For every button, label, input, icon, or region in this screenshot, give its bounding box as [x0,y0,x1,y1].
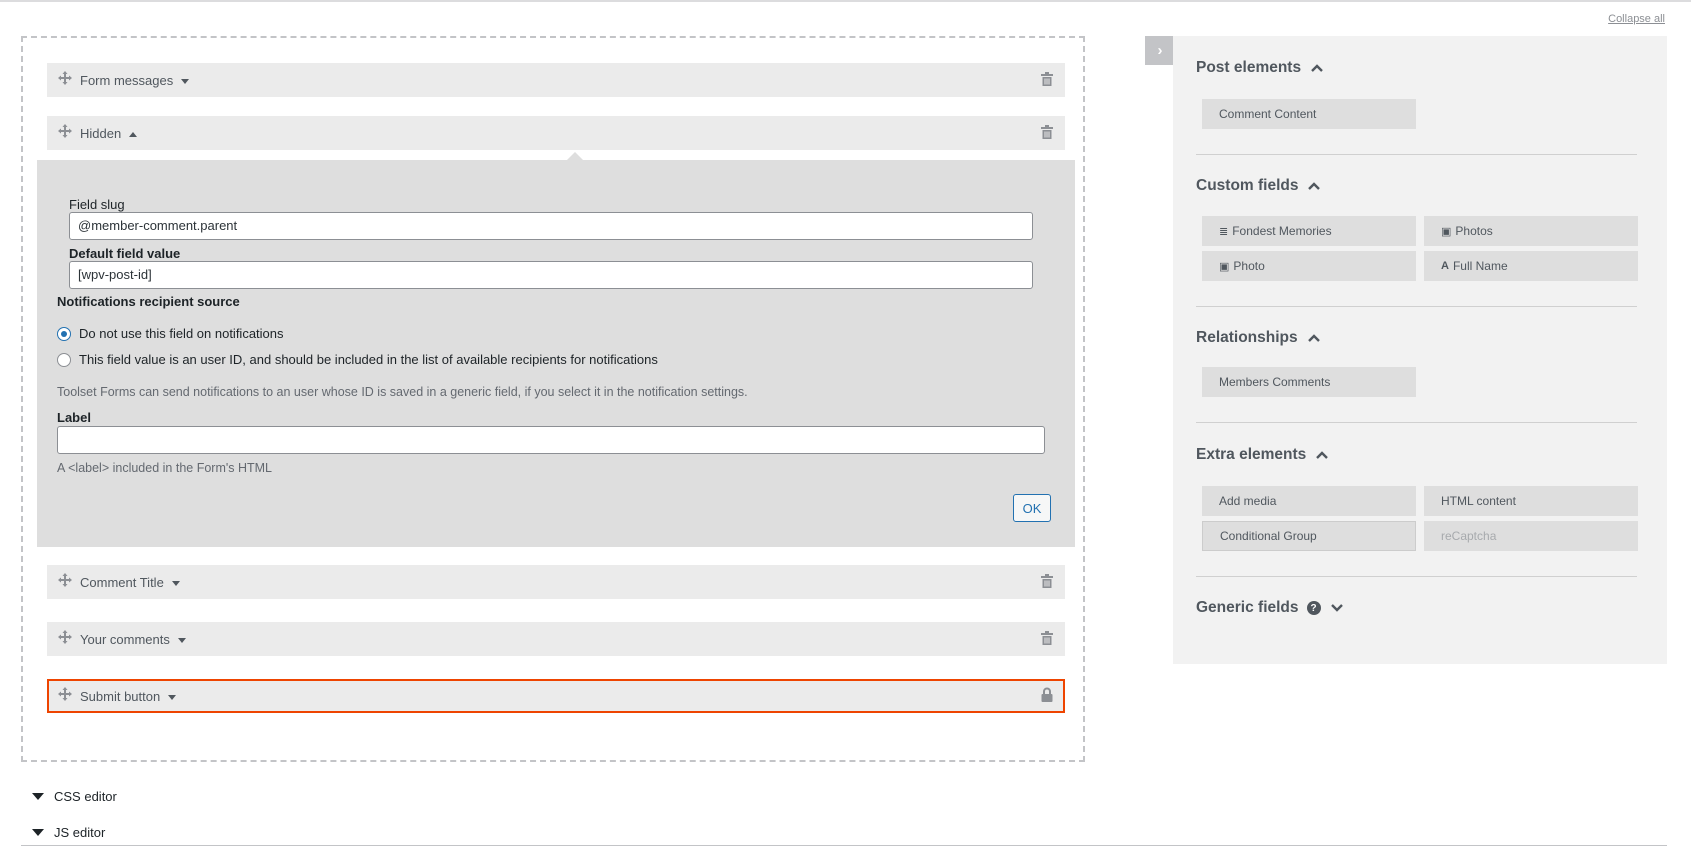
divider [21,845,1667,846]
row-label[interactable]: Your comments [80,632,186,647]
row-label[interactable]: Comment Title [80,575,180,590]
default-field-value-label: Default field value [69,246,181,261]
radio-button[interactable] [57,326,71,341]
element-chip[interactable]: Comment Content [1202,99,1416,129]
radio-user-id[interactable]: This field value is an user ID, and shou… [57,352,658,367]
chevron-up-icon [1308,182,1321,190]
element-chip[interactable]: HTML content [1424,486,1638,516]
elements-sidebar: Post elements Comment Content Custom fie… [1173,36,1667,664]
ok-button[interactable]: OK [1013,494,1051,522]
triangle-down-icon [32,829,44,836]
field-slug-input[interactable]: @member-comment.parent [69,212,1033,240]
move-icon[interactable] [58,687,72,701]
custom-fields-heading[interactable]: Custom fields [1196,177,1321,195]
section-divider [1196,154,1637,155]
section-divider [1196,576,1637,577]
form-row-comment-title[interactable]: Comment Title [47,565,1065,599]
generic-fields-heading[interactable]: Generic fields ? [1196,599,1343,617]
form-row-submit-button[interactable]: Submit button [47,679,1065,713]
css-editor-toggle[interactable]: CSS editor [32,789,117,804]
element-chip[interactable]: ▣ Photo [1202,251,1416,281]
element-chip[interactable]: A Full Name [1424,251,1638,281]
chevron-up-icon [1316,451,1329,459]
label-field-label: Label [57,410,91,425]
top-border [0,0,1691,2]
trash-icon[interactable] [1041,574,1053,588]
row-label[interactable]: Submit button [80,689,177,704]
chevron-up-icon [1307,334,1320,342]
post-elements-heading[interactable]: Post elements [1196,59,1323,77]
element-chip[interactable]: Add media [1202,486,1416,516]
label-input[interactable] [57,426,1045,454]
form-canvas: Form messages Hidden Field slug @member-… [21,36,1085,762]
trash-icon[interactable] [1041,631,1053,645]
chevron-down-icon [1330,604,1343,612]
notifications-recipient-label: Notifications recipient source [57,294,240,309]
extra-elements-heading[interactable]: Extra elements [1196,446,1329,464]
hidden-field-settings-panel: Field slug @member-comment.parent Defaul… [37,152,1075,547]
image-icon: ▣ [1441,225,1452,238]
row-label[interactable]: Hidden [80,126,138,141]
move-icon[interactable] [58,630,72,644]
text-icon: A [1441,260,1449,272]
collapse-all-link[interactable]: Collapse all [1608,13,1665,25]
image-icon: ▣ [1219,260,1230,273]
section-divider [1196,306,1637,307]
section-divider [1196,422,1637,423]
field-slug-label: Field slug [69,197,125,212]
radio-do-not-use[interactable]: Do not use this field on notifications [57,326,284,341]
notifications-help-text: Toolset Forms can send notifications to … [57,385,748,399]
element-chip[interactable]: Members Comments [1202,367,1416,397]
relationships-heading[interactable]: Relationships [1196,329,1320,347]
form-row-your-comments[interactable]: Your comments [47,622,1065,656]
form-row-form-messages[interactable]: Form messages [47,63,1065,97]
list-icon: ≣ [1219,225,1229,238]
label-help-text: A <label> included in the Form's HTML [57,461,272,475]
chevron-right-icon: › [1157,42,1163,59]
caret-down-icon [168,695,177,701]
sidebar-toggle-button[interactable]: › [1145,36,1175,65]
js-editor-toggle[interactable]: JS editor [32,825,105,840]
triangle-down-icon [32,793,44,800]
caret-down-icon [171,581,180,587]
caret-down-icon [181,79,190,85]
caret-up-icon [129,132,138,138]
move-icon[interactable] [58,71,72,85]
lock-icon [1041,687,1053,702]
chevron-up-icon [1311,64,1323,72]
move-icon[interactable] [58,124,72,138]
element-chip[interactable]: ▣ Photos [1424,216,1638,246]
trash-icon[interactable] [1041,72,1053,86]
element-chip[interactable]: Conditional Group [1202,521,1416,551]
trash-icon[interactable] [1041,125,1053,139]
default-field-value-input[interactable]: [wpv-post-id] [69,261,1033,289]
radio-button[interactable] [57,352,71,367]
caret-down-icon [177,638,186,644]
help-icon[interactable]: ? [1306,601,1321,615]
move-icon[interactable] [58,573,72,587]
form-row-hidden[interactable]: Hidden [47,116,1065,150]
panel-pointer [567,152,583,160]
element-chip[interactable]: ≣ Fondest Memories [1202,216,1416,246]
element-chip-disabled: reCaptcha [1424,521,1638,551]
row-label[interactable]: Form messages [80,73,190,88]
